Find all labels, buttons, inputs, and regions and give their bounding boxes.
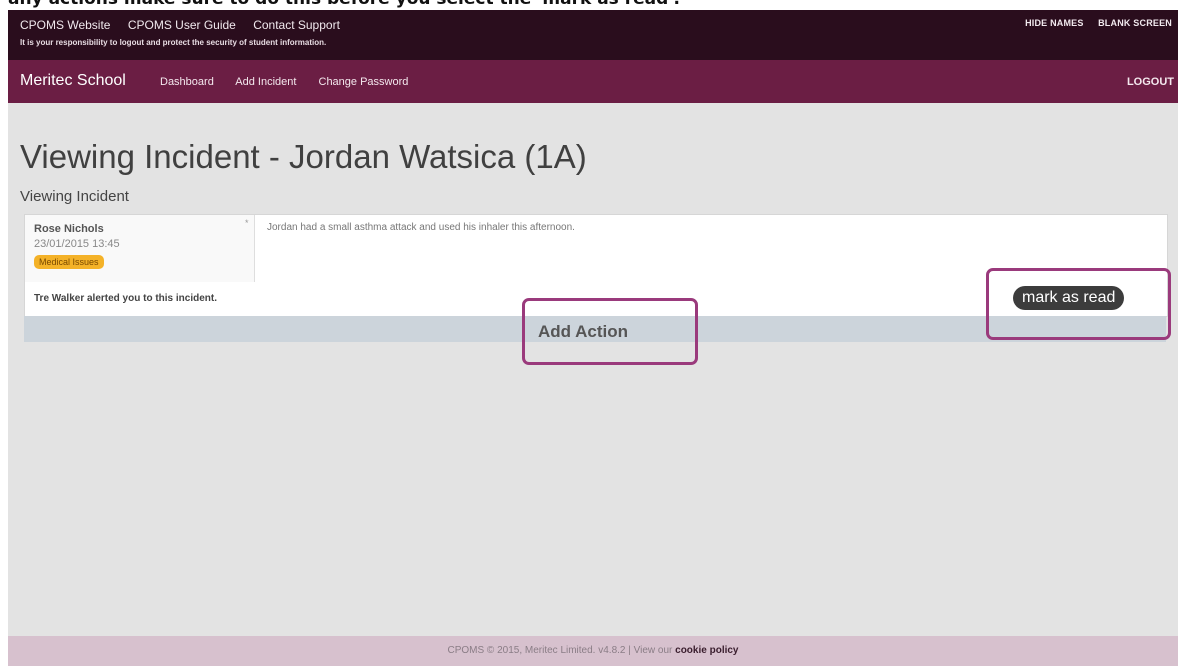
nav-change-password[interactable]: Change Password	[319, 76, 409, 88]
page-title: Viewing Incident - Jordan Watsica (1A)	[20, 138, 587, 175]
top-actions: HIDE NAMES BLANK SCREEN	[1025, 18, 1178, 28]
contact-support-link[interactable]: Contact Support	[253, 18, 340, 32]
add-action-button[interactable]: Add Action	[538, 322, 628, 342]
top-bar: CPOMS Website CPOMS User Guide Contact S…	[8, 10, 1178, 60]
footer-text: CPOMS © 2015, Meritec Limited. v4.8.2 | …	[8, 645, 1178, 656]
alert-message: Tre Walker alerted you to this incident.	[34, 293, 218, 304]
school-brand[interactable]: Meritec School	[20, 72, 126, 90]
cookie-policy-link[interactable]: cookie policy	[675, 645, 738, 656]
incident-date: 23/01/2015 13:45	[34, 238, 120, 250]
nav-links: Dashboard Add Incident Change Password	[160, 76, 427, 88]
instruction-caption: any actions make sure to do this before …	[0, 0, 1178, 10]
app-window: CPOMS Website CPOMS User Guide Contact S…	[8, 10, 1178, 666]
nav-dashboard[interactable]: Dashboard	[160, 76, 214, 88]
instruction-caption-text: any actions make sure to do this before …	[8, 0, 680, 9]
incident-author-column: Rose Nichols 23/01/2015 13:45 Medical Is…	[25, 215, 255, 283]
cpoms-website-link[interactable]: CPOMS Website	[20, 18, 110, 32]
incident-entry: Rose Nichols 23/01/2015 13:45 Medical Is…	[24, 214, 1168, 284]
top-links: CPOMS Website CPOMS User Guide Contact S…	[20, 18, 354, 32]
security-notice: It is your responsibility to logout and …	[20, 38, 327, 47]
logout-link[interactable]: LOGOUT	[1127, 76, 1174, 88]
hide-names-button[interactable]: HIDE NAMES	[1025, 18, 1084, 28]
copyright-text: CPOMS © 2015, Meritec Limited. v4.8.2 | …	[447, 645, 676, 656]
star-icon: *	[245, 218, 249, 228]
main-nav: Meritec School Dashboard Add Incident Ch…	[8, 60, 1178, 103]
section-title: Viewing Incident	[20, 188, 129, 205]
incident-description: Jordan had a small asthma attack and use…	[267, 222, 575, 233]
blank-screen-button[interactable]: BLANK SCREEN	[1098, 18, 1172, 28]
category-tag: Medical Issues	[34, 255, 104, 269]
author-name: Rose Nichols	[34, 223, 104, 235]
nav-add-incident[interactable]: Add Incident	[235, 76, 296, 88]
mark-as-read-button[interactable]: mark as read	[1013, 286, 1125, 310]
footer: CPOMS © 2015, Meritec Limited. v4.8.2 | …	[8, 636, 1178, 666]
alert-row: Tre Walker alerted you to this incident.…	[24, 282, 1168, 317]
user-guide-link[interactable]: CPOMS User Guide	[128, 18, 236, 32]
